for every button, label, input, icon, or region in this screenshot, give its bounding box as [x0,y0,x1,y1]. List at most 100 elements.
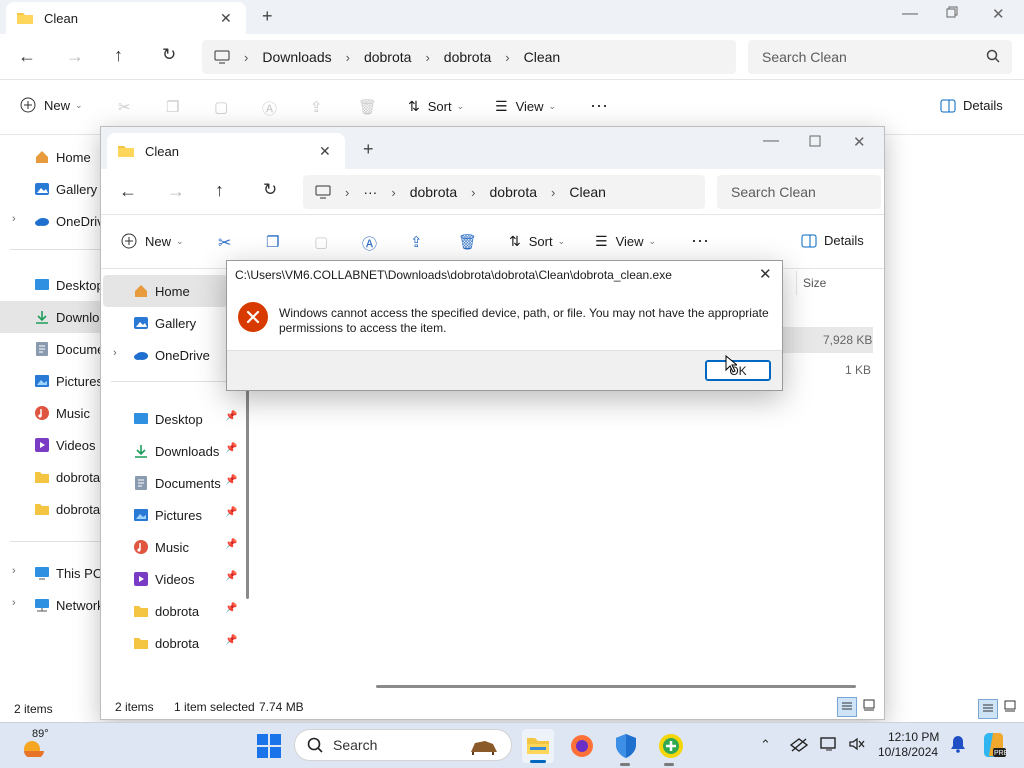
front-new-button[interactable]: New ⌄ [121,233,184,249]
pin-icon[interactable]: 📌 [225,443,237,454]
front-sort-button[interactable]: ⇅ Sort ⌄ [509,233,565,250]
front-search-input[interactable]: Search Clean [717,175,881,209]
breadcrumb-item[interactable]: Downloads [262,49,331,65]
paste-icon[interactable]: ▢ [214,98,228,116]
back-sidebar-downloads[interactable]: Downloads [0,301,120,333]
pin-icon[interactable]: 📌 [225,635,237,646]
up-arrow-icon[interactable]: ↑ [215,180,224,201]
expand-chevron-icon[interactable]: › [12,565,16,577]
breadcrumb-item[interactable]: dobrota [410,184,457,200]
new-tab-icon[interactable]: + [363,139,374,160]
new-tab-icon[interactable]: + [262,6,273,27]
back-sidebar-dobrota-1[interactable]: dobrota [34,461,100,493]
minimize-icon[interactable]: — [902,5,918,23]
front-breadcrumb[interactable]: › ··· › dobrota › dobrota › Clean [303,175,705,209]
rename-icon[interactable]: Ⓐ [262,98,277,119]
clock-time[interactable]: 12:10 PM [888,730,939,744]
breadcrumb-item[interactable]: dobrota [490,184,537,200]
back-breadcrumb[interactable]: › Downloads › dobrota › dobrota › Clean [202,40,736,74]
pin-icon[interactable]: 📌 [225,507,237,518]
front-sidebar-dobrota-1[interactable]: dobrota [133,595,199,627]
front-sidebar-documents[interactable]: Documents [133,467,221,499]
taskbar-search[interactable]: Search [294,729,512,761]
more-options-icon[interactable]: ··· [590,95,608,116]
close-window-icon[interactable]: ✕ [992,5,1005,23]
breadcrumb-item[interactable]: Clean [569,184,606,200]
back-search-input[interactable]: Search Clean [748,40,1012,74]
back-sidebar-music[interactable]: Music [34,397,90,429]
back-sidebar-network[interactable]: Network [34,589,104,621]
back-sidebar-home[interactable]: Home [34,141,91,173]
breadcrumb-item[interactable]: dobrota [444,49,491,65]
front-sidebar-onedrive[interactable]: OneDrive [133,339,210,371]
close-window-icon[interactable]: ✕ [853,133,866,151]
paste-icon[interactable]: ▢ [314,233,328,251]
back-sidebar-thispc[interactable]: This PC [34,557,102,589]
tiles-view-icon[interactable] [863,699,875,711]
share-icon[interactable]: ⇪ [410,233,423,251]
notification-bell-icon[interactable] [950,735,966,753]
ok-button[interactable]: OK [705,360,771,381]
list-view-icon[interactable] [978,699,998,719]
front-sidebar-pictures[interactable]: Pictures [133,499,202,531]
back-sidebar-dobrota-2[interactable]: dobrota [34,493,100,525]
back-sidebar-pictures[interactable]: Pictures [34,365,103,397]
back-sidebar-videos[interactable]: Videos [34,429,96,461]
breadcrumb-item[interactable]: Clean [524,49,561,65]
pin-icon[interactable]: 📌 [225,411,237,422]
back-view-button[interactable]: ☰ View ⌄ [495,98,556,115]
more-options-icon[interactable]: ··· [691,230,709,251]
forward-arrow-icon[interactable]: → [167,181,185,202]
back-new-button[interactable]: New ⌄ [20,97,83,113]
volume-muted-icon[interactable] [848,736,866,752]
front-sidebar-videos[interactable]: Videos [133,563,195,595]
front-sidebar-gallery[interactable]: Gallery [133,307,196,339]
front-sidebar-home[interactable]: Home [103,275,227,307]
back-sidebar-gallery[interactable]: Gallery [34,173,97,205]
defender-shield-icon[interactable] [614,733,638,759]
rename-icon[interactable]: Ⓐ [362,233,377,254]
pin-icon[interactable]: 📌 [225,475,237,486]
front-sidebar-music[interactable]: Music [133,531,189,563]
copilot-icon[interactable]: PRE [980,732,1006,758]
display-icon[interactable] [820,736,838,752]
clock-date[interactable]: 10/18/2024 [878,745,938,759]
expand-chevron-icon[interactable]: › [12,597,16,609]
forward-arrow-icon[interactable]: → [66,46,84,67]
front-sidebar-dobrota-2[interactable]: dobrota [133,627,199,659]
copy-icon[interactable]: ❐ [166,98,179,116]
list-view-icon[interactable] [837,697,857,717]
network-offline-icon[interactable] [790,737,808,753]
front-sidebar-desktop[interactable]: Desktop [133,403,203,435]
front-details-button[interactable]: Details [801,233,864,248]
start-windows-icon[interactable] [257,734,281,758]
firefox-icon[interactable] [570,734,594,758]
restore-icon[interactable] [946,6,958,18]
expand-chevron-icon[interactable]: › [113,347,117,359]
horizontal-scrollbar[interactable] [376,685,856,688]
up-arrow-icon[interactable]: ↑ [114,45,123,66]
app-plus-icon[interactable] [658,733,684,759]
delete-icon[interactable]: 🗑 [458,233,477,251]
back-tab[interactable]: Clean ✕ [6,2,246,34]
weather-icon[interactable] [20,737,46,757]
minimize-icon[interactable]: — [763,132,779,150]
front-tab[interactable]: Clean ✕ [107,133,345,169]
expand-chevron-icon[interactable]: › [12,213,16,225]
front-view-button[interactable]: ☰ View ⌄ [595,233,656,250]
back-arrow-icon[interactable]: ← [119,181,137,202]
maximize-icon[interactable] [809,135,821,147]
taskbar-file-explorer[interactable] [522,729,554,763]
pin-icon[interactable]: 📌 [225,539,237,550]
pin-icon[interactable]: 📌 [225,603,237,614]
tiles-view-icon[interactable] [1004,700,1016,712]
back-sidebar-desktop[interactable]: Desktop [34,269,104,301]
chevron-up-icon[interactable]: ⌃ [760,737,771,753]
close-tab-icon[interactable]: ✕ [220,10,232,27]
breadcrumb-overflow[interactable]: ··· [363,184,377,200]
share-icon[interactable]: ⇪ [310,98,323,116]
breadcrumb-item[interactable]: dobrota [364,49,411,65]
copy-icon[interactable]: ❐ [266,233,279,251]
delete-icon[interactable]: 🗑 [358,98,377,116]
back-details-button[interactable]: Details [940,98,1003,113]
